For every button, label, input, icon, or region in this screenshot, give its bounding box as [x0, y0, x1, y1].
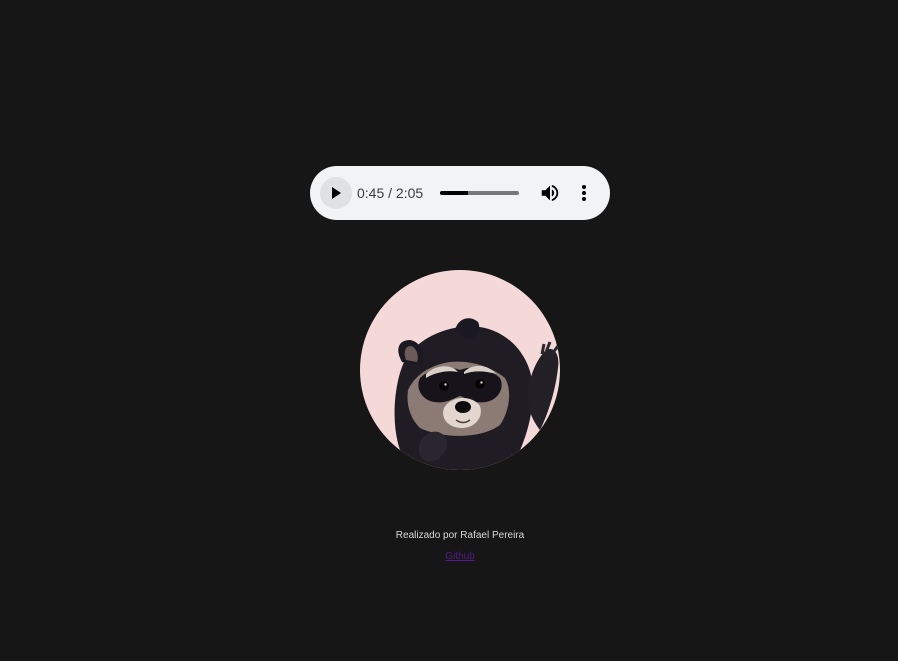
page: 0:45 / 2:05 Realizado por Rafael Pereira… — [0, 0, 898, 661]
progress-slider[interactable] — [440, 191, 519, 195]
audio-player[interactable]: 0:45 / 2:05 — [310, 166, 610, 220]
avatar — [360, 270, 560, 470]
more-vertical-icon — [582, 185, 586, 201]
raccoon-image — [394, 318, 560, 470]
time-display: 0:45 / 2:05 — [357, 185, 424, 201]
github-link[interactable]: Github — [445, 551, 474, 562]
credit-text: Realizado por Rafael Pereira — [395, 530, 525, 541]
volume-button[interactable] — [539, 182, 561, 204]
more-options-button[interactable] — [574, 182, 594, 204]
progress-fill — [440, 191, 469, 195]
play-button[interactable] — [320, 177, 352, 209]
play-icon — [332, 187, 341, 199]
github-link-container: Github — [0, 551, 898, 563]
volume-icon — [541, 184, 559, 202]
